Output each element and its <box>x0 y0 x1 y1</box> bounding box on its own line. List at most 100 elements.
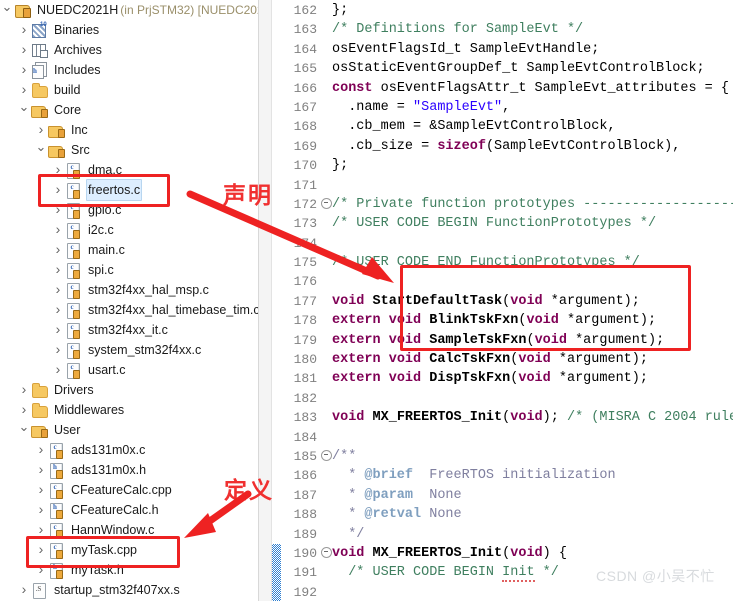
code-line[interactable]: 166 const osEventFlagsAttr_t SampleEvt_at… <box>281 79 733 98</box>
tree-item-system-stm32f4xx-c[interactable]: c system_stm32f4xx.c <box>0 340 258 360</box>
tree-item-drivers[interactable]: Drivers <box>0 380 258 400</box>
tree-item-dma-c[interactable]: c dma.c <box>0 160 258 180</box>
code-line[interactable]: 169 .cb_size = sizeof(SampleEvtControlBl… <box>281 137 733 156</box>
chevron-right-icon[interactable] <box>34 439 48 461</box>
chevron-right-icon[interactable] <box>51 199 65 221</box>
folding-margin[interactable] <box>259 0 272 601</box>
tree-item-cfeaturecalc-cpp[interactable]: c CFeatureCalc.cpp <box>0 480 258 500</box>
chevron-right-icon[interactable] <box>51 299 65 321</box>
code-line[interactable]: 192 <box>281 583 733 601</box>
code-line[interactable]: 191 /* USER CODE BEGIN Init */ <box>281 563 733 583</box>
code-line[interactable]: 185 /** <box>281 447 733 466</box>
chevron-right-icon[interactable] <box>17 79 31 101</box>
chevron-down-icon[interactable] <box>17 100 31 121</box>
code-editor[interactable]: 162}; 163/* Definitions for SampleEvt */1… <box>258 0 733 601</box>
chevron-down-icon[interactable] <box>34 140 48 161</box>
chevron-right-icon[interactable] <box>51 279 65 301</box>
chevron-right-icon[interactable] <box>17 59 31 81</box>
chevron-right-icon[interactable] <box>34 459 48 481</box>
code-line[interactable]: 165 osStaticEventGroupDef_t SampleEvtCont… <box>281 59 733 78</box>
code-line[interactable]: 173 /* USER CODE BEGIN FunctionPrototypes… <box>281 214 733 233</box>
tree-item-spi-c[interactable]: c spi.c <box>0 260 258 280</box>
tree-item-stm32f4xx-hal-msp-c[interactable]: c stm32f4xx_hal_msp.c <box>0 280 258 300</box>
project-explorer-panel[interactable]: NUEDC2021H (in PrjSTM32) [NUEDC2021H 10 Bi… <box>0 0 258 601</box>
tree-item-main-c[interactable]: c main.c <box>0 240 258 260</box>
chevron-right-icon[interactable] <box>51 179 65 201</box>
code-token: ); <box>542 410 567 426</box>
tree-item-middlewares[interactable]: Middlewares <box>0 400 258 420</box>
code-line[interactable]: 182 <box>281 389 733 408</box>
code-line[interactable]: 162}; <box>281 1 733 20</box>
code-line[interactable]: 189 */ <box>281 525 733 544</box>
chevron-right-icon[interactable] <box>51 239 65 261</box>
chevron-right-icon[interactable] <box>17 19 31 41</box>
tree-item-i2c-c[interactable]: c i2c.c <box>0 220 258 240</box>
tree-item-mytask-cpp[interactable]: c myTask.cpp <box>0 540 258 560</box>
code-line[interactable]: 178 extern void BlinkTskFxn(void *argumen… <box>281 311 733 330</box>
tree-item-startup-stm32f407xx-s[interactable]: .S startup_stm32f407xx.s <box>0 580 258 600</box>
tree-item-hannwindow-c[interactable]: c HannWindow.c <box>0 520 258 540</box>
code-line[interactable]: 180 extern void CalcTskFxn(void *argument… <box>281 350 733 369</box>
chevron-right-icon[interactable] <box>51 319 65 341</box>
code-line[interactable]: 174 <box>281 234 733 253</box>
tree-item-freertos-c[interactable]: cfreertos.c <box>0 179 258 201</box>
code-line[interactable]: 172 /* Private function prototypes ------… <box>281 195 733 214</box>
code-line[interactable]: 183 void MX_FREERTOS_Init(void); /* (MISR… <box>281 408 733 427</box>
chevron-right-icon[interactable] <box>34 539 48 561</box>
code-line[interactable]: 177 void StartDefaultTask(void *argument)… <box>281 292 733 311</box>
chevron-right-icon[interactable] <box>17 399 31 421</box>
tree-item-usart-c[interactable]: c usart.c <box>0 360 258 380</box>
fold-collapse-icon[interactable] <box>321 447 332 466</box>
code-line[interactable]: 171 <box>281 176 733 195</box>
tree-item-ads131m0x-h[interactable]: h ads131m0x.h <box>0 460 258 480</box>
chevron-right-icon[interactable] <box>34 499 48 521</box>
tree-item-stm32f4xx-hal-timebase-tim-c[interactable]: c stm32f4xx_hal_timebase_tim.c <box>0 300 258 320</box>
chevron-right-icon[interactable] <box>17 379 31 401</box>
code-line[interactable]: 164 osEventFlagsId_t SampleEvtHandle; <box>281 40 733 59</box>
chevron-down-icon[interactable] <box>0 0 14 21</box>
tree-item-gpio-c[interactable]: c gpio.c <box>0 200 258 220</box>
chevron-right-icon[interactable] <box>51 259 65 281</box>
code-line[interactable]: 181 extern void DispTskFxn(void *argument… <box>281 369 733 388</box>
chevron-right-icon[interactable] <box>34 479 48 501</box>
tree-item-inc[interactable]: Inc <box>0 120 258 140</box>
code-text-area[interactable]: 162}; 163/* Definitions for SampleEvt */1… <box>281 0 733 601</box>
code-line[interactable]: 179 extern void SampleTskFxn(void *argume… <box>281 331 733 350</box>
tree-item-core[interactable]: Core <box>0 100 258 120</box>
fold-collapse-icon[interactable] <box>321 195 332 214</box>
tree-item-stm32f4xx-it-c[interactable]: c stm32f4xx_it.c <box>0 320 258 340</box>
tree-item-ads131m0x-c[interactable]: c ads131m0x.c <box>0 440 258 460</box>
code-line[interactable]: 168 .cb_mem = &SampleEvtControlBlock, <box>281 117 733 136</box>
code-line[interactable]: 190 void MX_FREERTOS_Init(void) { <box>281 544 733 563</box>
fold-collapse-icon[interactable] <box>321 544 332 563</box>
tree-item-cfeaturecalc-h[interactable]: h CFeatureCalc.h <box>0 500 258 520</box>
tree-item-user[interactable]: User <box>0 420 258 440</box>
chevron-right-icon[interactable] <box>51 339 65 361</box>
tree-item-includes[interactable]: h Includes <box>0 60 258 80</box>
chevron-right-icon[interactable] <box>34 519 48 541</box>
chevron-right-icon[interactable] <box>17 579 31 601</box>
code-line[interactable]: 187 * @param None <box>281 486 733 505</box>
chevron-right-icon[interactable] <box>51 159 65 181</box>
chevron-down-icon[interactable] <box>17 420 31 441</box>
code-line[interactable]: 175 /* USER CODE END FunctionPrototypes *… <box>281 253 733 272</box>
code-line[interactable]: 184 <box>281 428 733 447</box>
tree-item-mytask-h[interactable]: h myTask.h <box>0 560 258 580</box>
chevron-right-icon[interactable] <box>51 359 65 381</box>
tree-item-build[interactable]: build <box>0 80 258 100</box>
code-line[interactable]: 186 * @brief FreeRTOS initialization <box>281 466 733 485</box>
chevron-right-icon[interactable] <box>34 559 48 581</box>
project-tree[interactable]: NUEDC2021H (in PrjSTM32) [NUEDC2021H 10 Bi… <box>0 0 258 600</box>
tree-item-archives[interactable]: Archives <box>0 40 258 60</box>
code-line[interactable]: 163 /* Definitions for SampleEvt */ <box>281 20 733 39</box>
chevron-right-icon[interactable] <box>17 39 31 61</box>
code-line[interactable]: 167 .name = "SampleEvt", <box>281 98 733 117</box>
tree-item-src[interactable]: Src <box>0 140 258 160</box>
code-line[interactable]: 176 <box>281 272 733 291</box>
tree-item-binaries[interactable]: 10 Binaries <box>0 20 258 40</box>
chevron-right-icon[interactable] <box>51 219 65 241</box>
tree-item-nuedc2021h[interactable]: NUEDC2021H (in PrjSTM32) [NUEDC2021H <box>0 0 258 20</box>
code-line[interactable]: 170}; <box>281 156 733 175</box>
code-line[interactable]: 188 * @retval None <box>281 505 733 524</box>
chevron-right-icon[interactable] <box>34 119 48 141</box>
